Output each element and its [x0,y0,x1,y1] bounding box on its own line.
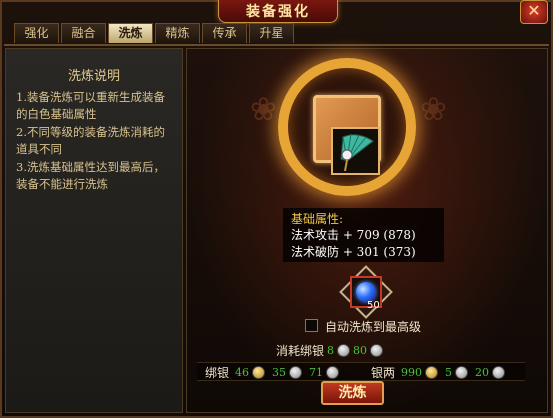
info-item: 1.装备洗炼可以重新生成装备的白色基础属性 [16,90,165,121]
window-title: 装备强化 [218,0,338,23]
cost-value: 80 [353,343,368,357]
bound-silver-group: 绑银 46 35 71 [205,364,342,381]
tab-inherit[interactable]: 传承 [202,23,247,43]
bound-silver-label: 绑银 [205,366,230,380]
info-panel-title: 洗炼说明 [67,69,120,84]
silver-coin-icon [455,366,469,379]
auto-refine-checkbox[interactable] [305,319,318,332]
tab-fusion[interactable]: 融合 [61,23,106,43]
cost-value: 8 [327,343,335,357]
tab-divider [4,44,549,46]
silver-label: 银两 [371,366,396,380]
stats-heading: 基础属性: [291,212,344,226]
silver-coin-icon [337,343,351,357]
tab-star-up[interactable]: 升星 [249,23,294,43]
gold-coin-icon [425,366,439,379]
scroll-ornament-icon: ❀ [420,90,447,128]
auto-refine-label: 自动洗炼到最高级 [325,320,422,334]
silver-value: 20 [475,366,490,379]
bound-silver-value: 71 [309,366,324,379]
tab-strengthen[interactable]: 强化 [14,23,59,43]
gold-coin-icon [252,366,266,379]
equipment-slot[interactable] [331,127,380,175]
silver-coin-icon [370,343,384,357]
stats-tooltip: 基础属性: 法术攻击 + 709 (878) 法术破防 + 301 (373) [283,208,444,262]
tab-refine[interactable]: 洗炼 [108,23,153,43]
close-button[interactable]: ✕ [520,0,548,24]
silver-coin-icon [289,366,303,379]
info-item: 3.洗炼基础属性达到最高后，装备不能进行洗炼 [16,160,165,191]
stat-line: 法术攻击 + 709 (878) [291,228,416,242]
silver-value: 990 [401,366,423,379]
blue-orb-icon [356,282,376,302]
close-icon: ✕ [527,1,541,20]
tab-polish[interactable]: 精炼 [155,23,200,43]
cost-label: 消耗绑银 [276,343,325,358]
info-panel: 洗炼说明 1.装备洗炼可以重新生成装备的白色基础属性 2.不同等级的装备洗炼消耗… [5,48,183,413]
scroll-ornament-icon: ❀ [250,90,277,128]
money-bar: 绑银 46 35 71 银两 990 5 20 [197,362,525,381]
material-slot[interactable]: 50 [339,265,393,319]
tab-bar: 强化 融合 洗炼 精炼 传承 升星 [14,23,294,45]
silver-coin-icon [326,366,340,379]
material-count: 50 [367,300,380,311]
stat-line: 法术破防 + 301 (373) [291,245,416,259]
info-item: 2.不同等级的装备洗炼消耗的道具不同 [16,125,165,156]
silver-value: 5 [445,366,453,379]
silver-group: 银两 990 5 20 [371,364,508,381]
jade-fan-icon [340,133,374,172]
silver-coin-icon [492,366,506,379]
cost-row: 消耗绑银 8 80 [276,342,386,358]
bound-silver-value: 46 [235,366,250,379]
bound-silver-value: 35 [272,366,287,379]
refine-button[interactable]: 洗炼 [321,381,384,405]
